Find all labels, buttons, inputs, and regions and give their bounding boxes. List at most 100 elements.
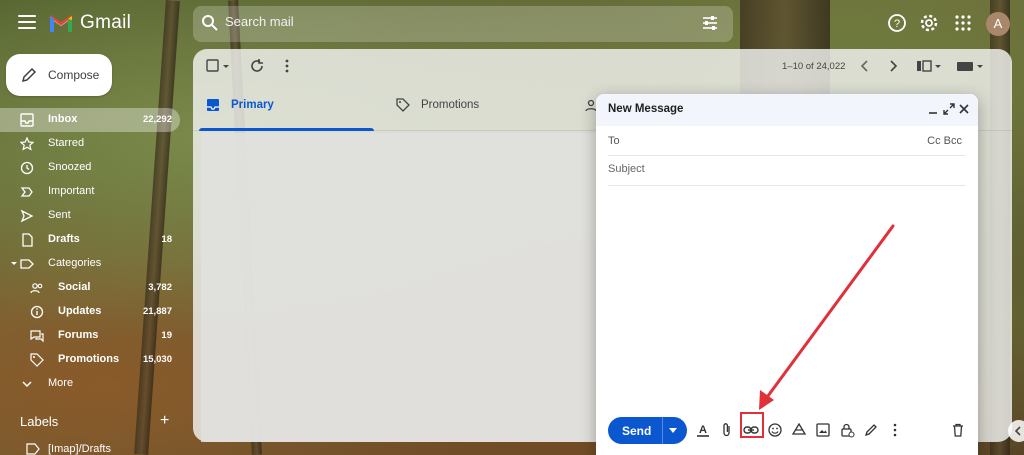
send-button[interactable]: Send (608, 417, 687, 444)
message-body[interactable] (608, 190, 966, 406)
svg-text:?: ? (894, 18, 900, 30)
tab-primary[interactable]: Primary (193, 87, 374, 131)
people-icon (30, 283, 43, 294)
svg-text:A: A (699, 424, 707, 436)
sidebar-item-label: Sent (48, 209, 71, 221)
to-field[interactable]: To Cc Bcc (608, 126, 966, 156)
inbox-icon (20, 113, 34, 127)
compose-button[interactable]: Compose (6, 54, 112, 96)
input-tools-icon[interactable] (955, 58, 985, 74)
sidebar-item-label: Forums (58, 329, 99, 341)
insert-photo-icon[interactable] (815, 422, 831, 438)
mail-toolbar: 1–10 of 24,022 (193, 49, 1012, 83)
sidebar-item-more[interactable]: More (0, 372, 180, 396)
sidebar-item-social[interactable]: Social 3,782 (0, 276, 180, 300)
sidebar-item-label: Updates (58, 305, 102, 317)
sidebar-nav: Inbox 22,292 Starred Snoozed Important S… (0, 108, 180, 396)
tab-promotions[interactable]: Promotions (383, 87, 573, 131)
sidebar-item-updates[interactable]: Updates 21,887 (0, 300, 180, 324)
schedule-send-caret-icon[interactable] (669, 428, 677, 433)
send-icon (20, 209, 34, 223)
chevron-left-icon (1014, 426, 1021, 436)
select-checkbox-icon[interactable] (205, 58, 221, 74)
sidebar-item-promotions[interactable]: Promotions 15,030 (0, 348, 180, 372)
caret-down-icon[interactable] (221, 58, 231, 74)
tag-icon (30, 353, 44, 367)
sidebar-item-label: Social (58, 281, 91, 293)
account-avatar[interactable]: A (986, 12, 1010, 36)
sidebar-item-label: Important (48, 185, 95, 197)
tag-icon (396, 98, 410, 112)
clock-icon (20, 161, 34, 175)
compose-dialog-header[interactable]: New Message (596, 94, 978, 126)
top-bar: Gmail ? A (0, 0, 1024, 48)
link-highlight-box (740, 412, 764, 438)
sidebar-item-label: Inbox (48, 113, 78, 125)
unread-count: 22,292 (142, 114, 172, 125)
search-input[interactable] (225, 14, 665, 29)
sidebar-item-label: Starred (48, 137, 85, 149)
sidebar-item-label: Promotions (58, 353, 120, 365)
subject-input[interactable] (608, 163, 948, 175)
send-divider (662, 417, 663, 444)
signature-pen-icon[interactable] (863, 422, 879, 438)
draft-icon (22, 233, 33, 247)
cc-bcc-link[interactable]: Cc Bcc (927, 135, 962, 147)
attach-file-icon[interactable] (719, 422, 735, 438)
formatting-options-icon[interactable]: A (695, 422, 711, 438)
unread-count: 19 (161, 330, 172, 341)
split-pane-icon[interactable] (915, 58, 943, 74)
sidebar-item-forums[interactable]: Forums 19 (0, 324, 180, 348)
app-name: Gmail (80, 12, 132, 33)
pencil-icon (21, 67, 37, 83)
more-vert-icon[interactable] (279, 58, 295, 74)
unread-count: 3,782 (148, 282, 172, 293)
sidebar-item-snoozed[interactable]: Snoozed (0, 156, 180, 180)
inbox-icon (207, 99, 219, 111)
important-icon (20, 187, 33, 197)
expand-icon[interactable] (943, 103, 955, 115)
sidebar-item-label: Categories (48, 257, 102, 269)
more-options-icon[interactable] (887, 422, 903, 438)
draft-count: 18 (161, 234, 172, 245)
sidebar-item-starred[interactable]: Starred (0, 132, 180, 156)
info-icon (30, 305, 44, 319)
menu-icon[interactable] (18, 15, 36, 31)
chevron-down-icon (22, 381, 32, 388)
minimize-icon[interactable] (927, 103, 939, 115)
sidebar-item-drafts[interactable]: Drafts 18 (0, 228, 180, 252)
refresh-icon[interactable] (249, 58, 265, 74)
sidebar-item-label: More (48, 377, 74, 389)
star-icon (20, 137, 34, 151)
forum-icon (30, 330, 44, 343)
add-label-button[interactable]: + (160, 412, 169, 430)
chevron-right-icon[interactable] (885, 58, 901, 74)
sidebar-item-sent[interactable]: Sent (0, 204, 180, 228)
unread-count: 21,887 (142, 306, 172, 317)
unread-count: 15,030 (142, 354, 172, 365)
sidebar-item-important[interactable]: Important (0, 180, 180, 204)
pagination-count: 1–10 of 24,022 (782, 61, 846, 72)
chevron-left-icon[interactable] (857, 58, 873, 74)
apps-grid-icon[interactable] (953, 13, 973, 33)
sidebar-item-label: Snoozed (48, 161, 92, 173)
message-list (201, 133, 601, 442)
confidential-mode-icon[interactable] (839, 422, 855, 438)
emoji-icon[interactable] (767, 422, 783, 438)
discard-draft-trash-icon[interactable] (950, 422, 966, 438)
sidebar-item-inbox[interactable]: Inbox 22,292 (0, 108, 180, 132)
search-bar[interactable] (193, 6, 733, 42)
help-icon[interactable]: ? (887, 13, 907, 33)
sidebar-item-categories[interactable]: Categories (0, 252, 180, 276)
compose-label: Compose (48, 68, 100, 82)
google-drive-icon[interactable] (791, 422, 807, 438)
to-label: To (608, 135, 620, 147)
close-icon[interactable] (958, 103, 970, 115)
search-icon[interactable] (201, 14, 219, 32)
settings-gear-icon[interactable] (919, 13, 939, 33)
labels-heading: Labels (20, 414, 59, 429)
side-panel-toggle[interactable] (1008, 420, 1024, 442)
tab-label: Primary (231, 99, 274, 111)
search-options-icon[interactable] (701, 14, 719, 32)
subject-field[interactable] (608, 156, 966, 186)
